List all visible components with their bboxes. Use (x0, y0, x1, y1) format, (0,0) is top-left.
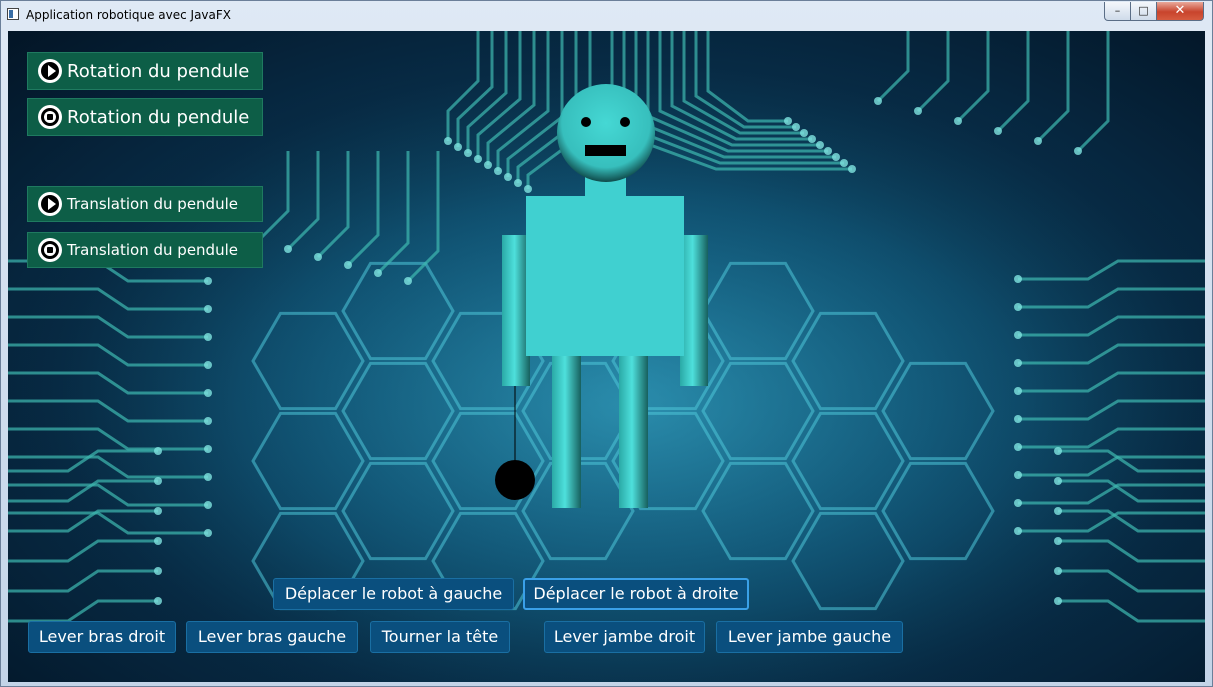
robot-right-arm (680, 235, 708, 386)
raise-right-leg-button[interactable]: Lever jambe droit (544, 621, 705, 653)
rotation-stop-button[interactable]: Rotation du pendule (27, 98, 263, 136)
rotation-stop-label: Rotation du pendule (67, 106, 250, 128)
robot-right-eye (620, 117, 630, 127)
stop-circle-icon (38, 238, 62, 262)
move-robot-right-button[interactable]: Déplacer le robot à droite (523, 578, 749, 610)
application-window: Application robotique avec JavaFX – □ ✕ (0, 0, 1213, 687)
translation-start-button[interactable]: Translation du pendule (27, 186, 263, 222)
raise-left-leg-button[interactable]: Lever jambe gauche (716, 621, 903, 653)
stop-circle-icon (38, 105, 62, 129)
minimize-icon: – (1114, 4, 1121, 17)
rotation-start-button[interactable]: Rotation du pendule (27, 52, 263, 90)
robot-mouth (585, 145, 626, 156)
translation-stop-label: Translation du pendule (67, 241, 238, 259)
raise-left-arm-button[interactable]: Lever bras gauche (186, 621, 358, 653)
robot-head (557, 84, 655, 182)
title-bar[interactable]: Application robotique avec JavaFX – □ ✕ (1, 1, 1212, 29)
robot-right-leg (619, 354, 648, 508)
app-icon (7, 8, 19, 20)
turn-head-button[interactable]: Tourner la tête (370, 621, 510, 653)
minimize-button[interactable]: – (1104, 2, 1131, 21)
maximize-icon: □ (1138, 4, 1149, 17)
window-title: Application robotique avec JavaFX (26, 8, 232, 22)
raise-right-arm-button[interactable]: Lever bras droit (28, 621, 176, 653)
close-icon: ✕ (1174, 3, 1186, 18)
robot-body (526, 196, 684, 356)
move-robot-left-button[interactable]: Déplacer le robot à gauche (273, 578, 514, 610)
robot-left-eye (581, 117, 591, 127)
maximize-button[interactable]: □ (1130, 2, 1157, 21)
robot-left-leg (552, 354, 581, 508)
translation-stop-button[interactable]: Translation du pendule (27, 232, 263, 268)
pendulum-ball (495, 460, 535, 500)
robot-left-arm (502, 235, 530, 386)
play-circle-icon (38, 59, 62, 83)
scene-area: Rotation du pendule Rotation du pendule … (8, 31, 1205, 682)
close-button[interactable]: ✕ (1156, 2, 1204, 21)
translation-start-label: Translation du pendule (67, 195, 238, 213)
rotation-start-label: Rotation du pendule (67, 60, 250, 82)
play-circle-icon (38, 192, 62, 216)
